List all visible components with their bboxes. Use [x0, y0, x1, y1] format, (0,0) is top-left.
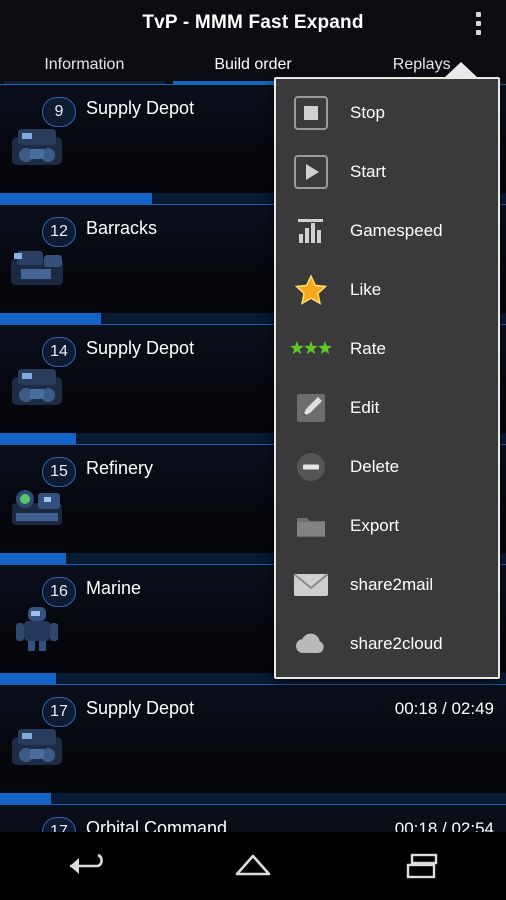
- menu-item-gamespeed[interactable]: Gamespeed: [276, 201, 498, 260]
- overflow-dot: [475, 11, 481, 17]
- row-time: 00:18 / 02:49: [394, 699, 494, 718]
- menu-item-like[interactable]: Like: [276, 260, 498, 319]
- table-row[interactable]: 17 Supply Depot 00:18 / 02:49: [0, 684, 506, 804]
- tab-information[interactable]: Information: [0, 46, 169, 84]
- unit-name: Refinery: [86, 458, 154, 478]
- unit-thumbnail: [8, 119, 66, 175]
- unit-name: Supply Depot: [86, 338, 195, 358]
- folder-icon: [290, 505, 332, 547]
- menu-item-label: Stop: [350, 102, 385, 122]
- star-icon: [290, 269, 332, 311]
- supply-badge: 17: [42, 817, 76, 832]
- equalizer-icon: [290, 210, 332, 252]
- progress-fill: [0, 553, 66, 564]
- menu-item-export[interactable]: Export: [276, 496, 498, 555]
- menu-item-share2mail[interactable]: share2mail: [276, 555, 498, 614]
- pencil-icon: [290, 387, 332, 429]
- tab-label: Information: [44, 56, 125, 73]
- supply-badge: 17: [42, 697, 76, 727]
- menu-panel: Stop Start Gamespeed Like Rate Edit Dele…: [274, 77, 500, 679]
- row-content: 17 Supply Depot 00:18 / 02:49: [0, 685, 506, 797]
- progress-bar: [0, 793, 506, 804]
- recents-icon: [406, 853, 437, 879]
- row-content: 17 Orbital Command 00:18 / 02:54: [0, 805, 506, 832]
- back-arrow-icon: [70, 853, 104, 874]
- unit-name: Orbital Command: [86, 818, 228, 832]
- menu-item-label: Gamespeed: [350, 220, 443, 240]
- menu-item-label: Start: [350, 161, 386, 181]
- title-bar: TvP - MMM Fast Expand: [0, 0, 506, 46]
- supply-badge: 16: [42, 577, 76, 607]
- menu-item-start[interactable]: Start: [276, 142, 498, 201]
- home-icon: [235, 854, 271, 876]
- menu-item-share2cloud[interactable]: share2cloud: [276, 614, 498, 673]
- row-time: 00:18 / 02:54: [394, 819, 494, 832]
- menu-item-label: Rate: [350, 338, 386, 358]
- menu-item-delete[interactable]: Delete: [276, 437, 498, 496]
- page-title: TvP - MMM Fast Expand: [142, 12, 364, 33]
- unit-thumbnail: [8, 719, 66, 775]
- menu-item-label: share2cloud: [350, 633, 443, 653]
- progress-fill: [0, 793, 51, 804]
- play-icon: [290, 151, 332, 193]
- progress-fill: [0, 313, 102, 324]
- unit-name: Supply Depot: [86, 98, 195, 118]
- progress-fill: [0, 673, 56, 684]
- unit-thumbnail: [8, 239, 66, 295]
- envelope-icon: [290, 564, 332, 606]
- menu-item-label: Delete: [350, 456, 400, 476]
- menu-item-rate[interactable]: Rate: [276, 319, 498, 378]
- unit-name: Barracks: [86, 218, 158, 238]
- menu-item-label: Export: [350, 515, 400, 535]
- supply-badge: 14: [42, 337, 76, 367]
- menu-item-label: Like: [350, 279, 382, 299]
- unit-thumbnail: [8, 599, 66, 655]
- recents-button[interactable]: [380, 840, 464, 892]
- stop-icon: [290, 92, 332, 134]
- menu-item-label: Edit: [350, 397, 380, 417]
- delete-circle-icon: [290, 446, 332, 488]
- three-stars-icon: [290, 328, 332, 370]
- overflow-menu-icon[interactable]: [456, 0, 500, 46]
- back-button[interactable]: [42, 840, 126, 892]
- menu-item-stop[interactable]: Stop: [276, 83, 498, 142]
- system-nav-bar: [0, 832, 506, 900]
- app-root: TvP - MMM Fast Expand Information Build …: [0, 0, 506, 900]
- progress-fill: [0, 193, 152, 204]
- overflow-menu[interactable]: Stop Start Gamespeed Like Rate Edit Dele…: [274, 62, 500, 679]
- menu-item-label: share2mail: [350, 574, 434, 594]
- supply-badge: 15: [42, 457, 76, 487]
- overflow-dot: [475, 20, 481, 26]
- supply-badge: 12: [42, 217, 76, 247]
- table-row[interactable]: 17 Orbital Command 00:18 / 02:54: [0, 804, 506, 832]
- overflow-dot: [475, 29, 481, 35]
- unit-name: Marine: [86, 578, 142, 598]
- menu-caret: [444, 62, 478, 78]
- menu-item-edit[interactable]: Edit: [276, 378, 498, 437]
- unit-thumbnail: [8, 359, 66, 415]
- unit-thumbnail: [8, 479, 66, 535]
- progress-fill: [0, 433, 76, 444]
- supply-badge: 9: [42, 97, 76, 127]
- cloud-icon: [290, 623, 332, 665]
- home-button[interactable]: [211, 840, 295, 892]
- unit-name: Supply Depot: [86, 698, 195, 718]
